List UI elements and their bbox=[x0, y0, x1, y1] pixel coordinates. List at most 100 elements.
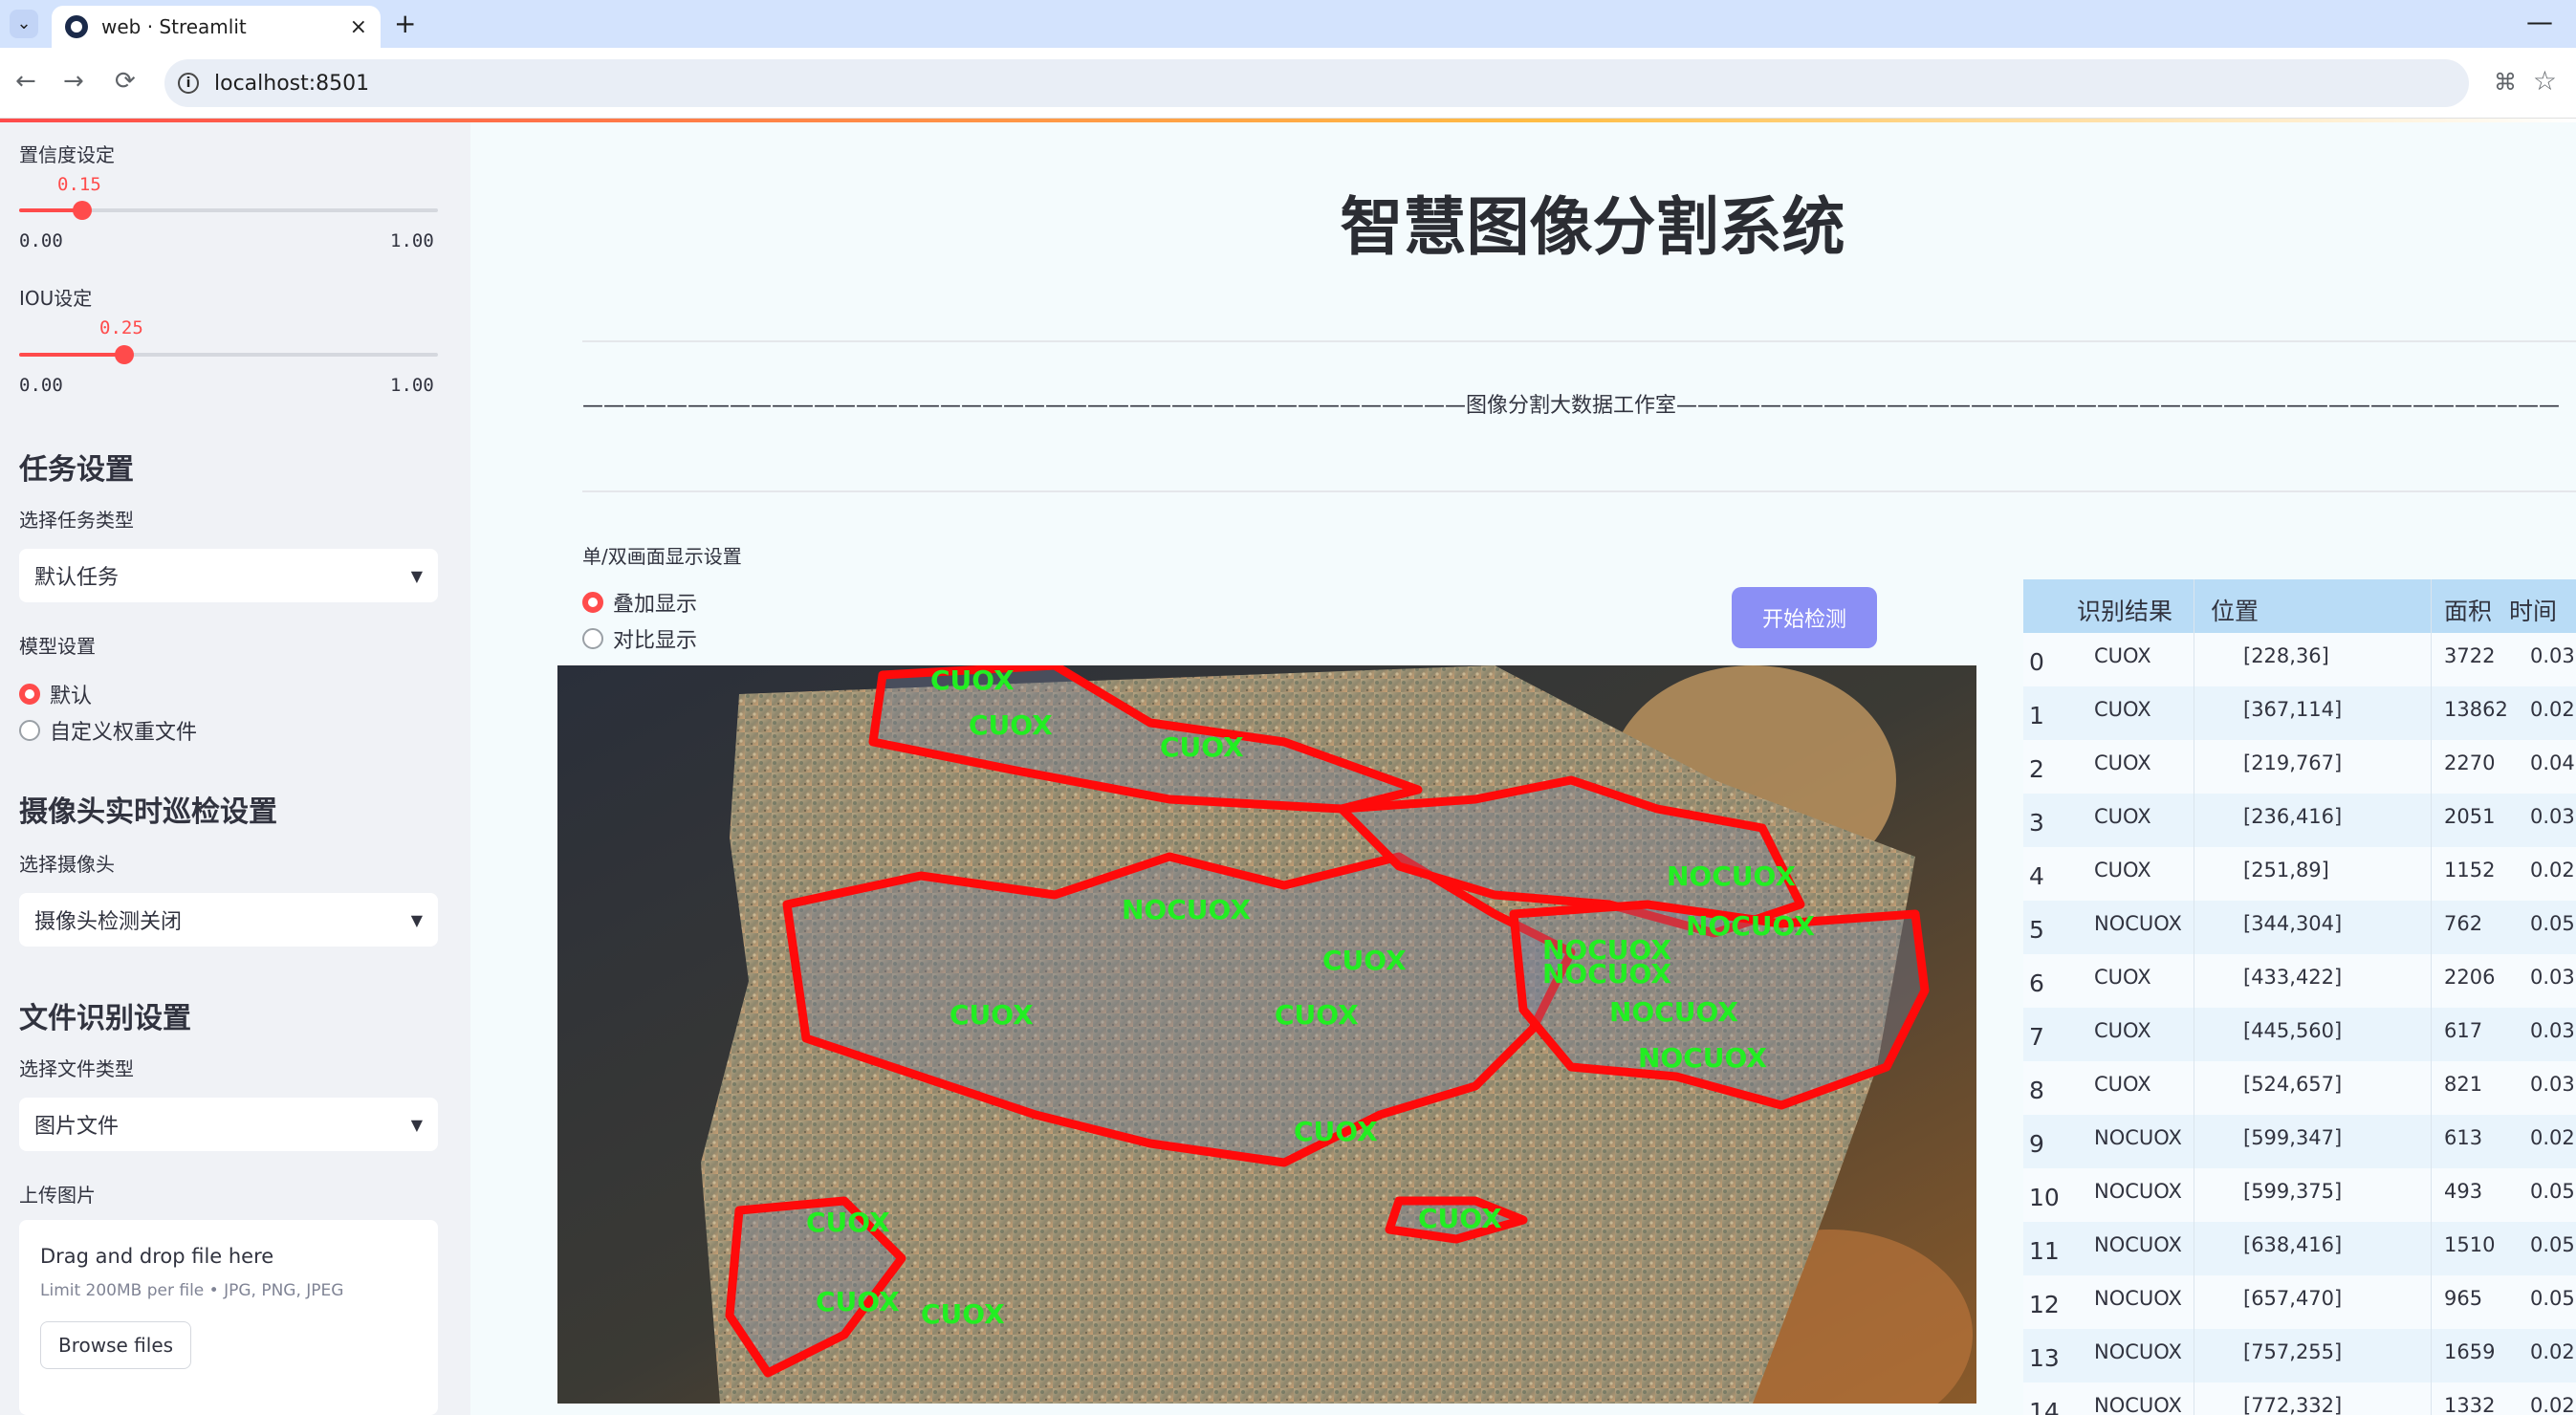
iou-slider-thumb[interactable] bbox=[115, 345, 134, 364]
table-row[interactable]: 0 CUOX [228,36] 3722 0.03 bbox=[2023, 633, 2576, 686]
table-row[interactable]: 6 CUOX [433,422] 2206 0.03 bbox=[2023, 954, 2576, 1008]
table-row[interactable]: 7 CUOX [445,560] 617 0.03 bbox=[2023, 1008, 2576, 1061]
iou-slider[interactable] bbox=[19, 345, 438, 364]
position-cell: [757,255] bbox=[2243, 1340, 2343, 1363]
camera-select[interactable]: 摄像头检测关闭 ▼ bbox=[19, 893, 438, 947]
back-icon[interactable]: ← bbox=[15, 67, 36, 96]
url-text: localhost:8501 bbox=[214, 71, 370, 96]
display-mode-label: 单/双画面显示设置 bbox=[582, 545, 742, 568]
table-row[interactable]: 1 CUOX [367,114] 13862 0.02 bbox=[2023, 686, 2576, 740]
result-cell: CUOX bbox=[2094, 698, 2151, 721]
detection-label: NOCUOX bbox=[1638, 1042, 1767, 1074]
detection-label: CUOX bbox=[816, 1286, 900, 1317]
row-index: 10 bbox=[2029, 1184, 2060, 1211]
translate-icon[interactable]: ⌘ bbox=[2494, 69, 2517, 96]
model-radio-custom[interactable]: 自定义权重文件 bbox=[19, 715, 197, 746]
new-tab-icon[interactable]: + bbox=[394, 8, 416, 39]
result-cell: NOCUOX bbox=[2094, 1287, 2182, 1310]
detection-label: CUOX bbox=[930, 665, 1015, 696]
position-cell: [219,767] bbox=[2243, 751, 2343, 774]
iou-slider-fill bbox=[19, 353, 124, 357]
position-cell: [772,332] bbox=[2243, 1394, 2343, 1415]
table-row[interactable]: 9 NOCUOX [599,347] 613 0.02 bbox=[2023, 1115, 2576, 1168]
time-cell: 0.02 bbox=[2530, 1394, 2575, 1415]
file-type-select[interactable]: 图片文件 ▼ bbox=[19, 1098, 438, 1151]
column-header[interactable]: 位置 bbox=[2211, 593, 2259, 627]
model-radio-default[interactable]: 默认 bbox=[19, 679, 92, 709]
time-cell: 0.05 bbox=[2530, 912, 2575, 935]
detection-label: CUOX bbox=[1418, 1203, 1502, 1234]
display-radio-overlay[interactable]: 叠加显示 bbox=[582, 587, 697, 618]
confidence-min: 0.00 bbox=[19, 230, 63, 251]
display-radio-compare[interactable]: 对比显示 bbox=[582, 623, 697, 654]
site-info-icon[interactable]: i bbox=[178, 73, 199, 94]
row-index: 0 bbox=[2029, 648, 2044, 676]
result-cell: CUOX bbox=[2094, 859, 2151, 882]
studio-banner: ————————————————————————————————————————… bbox=[582, 394, 2561, 418]
display-option-label: 叠加显示 bbox=[613, 593, 698, 617]
chevron-down-icon: ▼ bbox=[410, 910, 423, 929]
time-cell: 0.02 bbox=[2530, 1126, 2575, 1149]
detection-label: CUOX bbox=[1294, 1116, 1378, 1147]
result-cell: NOCUOX bbox=[2094, 1180, 2182, 1203]
result-cell: CUOX bbox=[2094, 751, 2151, 774]
table-row[interactable]: 14 NOCUOX [772,332] 1332 0.02 bbox=[2023, 1382, 2576, 1415]
table-row[interactable]: 13 NOCUOX [757,255] 1659 0.02 bbox=[2023, 1329, 2576, 1382]
file-settings-header: 文件识别设置 bbox=[19, 1002, 191, 1035]
area-cell: 965 bbox=[2444, 1287, 2483, 1310]
iou-value: 0.25 bbox=[99, 317, 143, 338]
row-index: 6 bbox=[2029, 969, 2044, 997]
forward-icon[interactable]: → bbox=[63, 67, 84, 96]
position-cell: [251,89] bbox=[2243, 859, 2329, 882]
camera-settings-header: 摄像头实时巡检设置 bbox=[19, 795, 277, 829]
table-row[interactable]: 12 NOCUOX [657,470] 965 0.05 bbox=[2023, 1275, 2576, 1329]
chevron-down-icon: ▼ bbox=[410, 566, 423, 585]
confidence-slider-thumb[interactable] bbox=[73, 201, 92, 220]
time-cell: 0.03 bbox=[2530, 1073, 2575, 1096]
area-cell: 2270 bbox=[2444, 751, 2496, 774]
iou-label: IOU设定 bbox=[19, 287, 93, 310]
row-index: 14 bbox=[2029, 1398, 2060, 1415]
task-type-select[interactable]: 默认任务 ▼ bbox=[19, 549, 438, 602]
table-row[interactable]: 4 CUOX [251,89] 1152 0.02 bbox=[2023, 847, 2576, 901]
time-cell: 0.02 bbox=[2530, 1340, 2575, 1363]
detection-label: CUOX bbox=[950, 999, 1034, 1031]
column-header[interactable]: 时间 bbox=[2509, 593, 2557, 627]
start-detection-button[interactable]: 开始检测 bbox=[1732, 587, 1877, 648]
table-row[interactable]: 5 NOCUOX [344,304] 762 0.05 bbox=[2023, 901, 2576, 954]
results-table[interactable]: 识别结果 位置 面积 时间 0 CUOX [228,36] 3722 0.03 1 CUOX… bbox=[2023, 579, 2576, 1415]
table-row[interactable]: 8 CUOX [524,657] 821 0.03 bbox=[2023, 1061, 2576, 1115]
time-cell: 0.03 bbox=[2530, 1019, 2575, 1042]
table-row[interactable]: 2 CUOX [219,767] 2270 0.04 bbox=[2023, 740, 2576, 794]
confidence-value: 0.15 bbox=[57, 174, 101, 195]
table-row[interactable]: 3 CUOX [236,416] 2051 0.03 bbox=[2023, 794, 2576, 847]
browser-tab[interactable]: web · Streamlit × bbox=[52, 6, 381, 48]
file-dropzone[interactable]: Drag and drop file here Limit 200MB per … bbox=[19, 1220, 438, 1415]
time-cell: 0.03 bbox=[2530, 644, 2575, 667]
reload-icon[interactable]: ⟳ bbox=[115, 67, 136, 96]
time-cell: 0.03 bbox=[2530, 966, 2575, 989]
column-header[interactable]: 面积 bbox=[2444, 593, 2492, 627]
camera-label: 选择摄像头 bbox=[19, 853, 115, 876]
area-cell: 2206 bbox=[2444, 966, 2496, 989]
confidence-slider[interactable] bbox=[19, 201, 438, 220]
tab-search-chevron-icon[interactable]: ⌄ bbox=[10, 10, 38, 38]
upload-label: 上传图片 bbox=[19, 1184, 96, 1207]
table-row[interactable]: 10 NOCUOX [599,375] 493 0.05 bbox=[2023, 1168, 2576, 1222]
address-bar[interactable]: i localhost:8501 bbox=[164, 59, 2469, 107]
position-cell: [433,422] bbox=[2243, 966, 2343, 989]
tab-close-icon[interactable]: × bbox=[350, 15, 367, 39]
table-row[interactable]: 11 NOCUOX [638,416] 1510 0.05 bbox=[2023, 1222, 2576, 1275]
browser-toolbar: ← → ⟳ i localhost:8501 ⌘ ☆ bbox=[0, 48, 2576, 119]
divider bbox=[582, 490, 2576, 492]
browse-files-button[interactable]: Browse files bbox=[40, 1321, 192, 1369]
column-header[interactable]: 识别结果 bbox=[2077, 593, 2172, 627]
result-cell: CUOX bbox=[2094, 1019, 2151, 1042]
bookmark-star-icon[interactable]: ☆ bbox=[2533, 65, 2557, 97]
minimize-window-icon[interactable]: — bbox=[2526, 6, 2553, 37]
position-cell: [367,114] bbox=[2243, 698, 2343, 721]
dropzone-limit: Limit 200MB per file • JPG, PNG, JPEG bbox=[40, 1281, 344, 1300]
time-cell: 0.05 bbox=[2530, 1287, 2575, 1310]
row-index: 7 bbox=[2029, 1023, 2044, 1051]
position-cell: [599,347] bbox=[2243, 1126, 2343, 1149]
